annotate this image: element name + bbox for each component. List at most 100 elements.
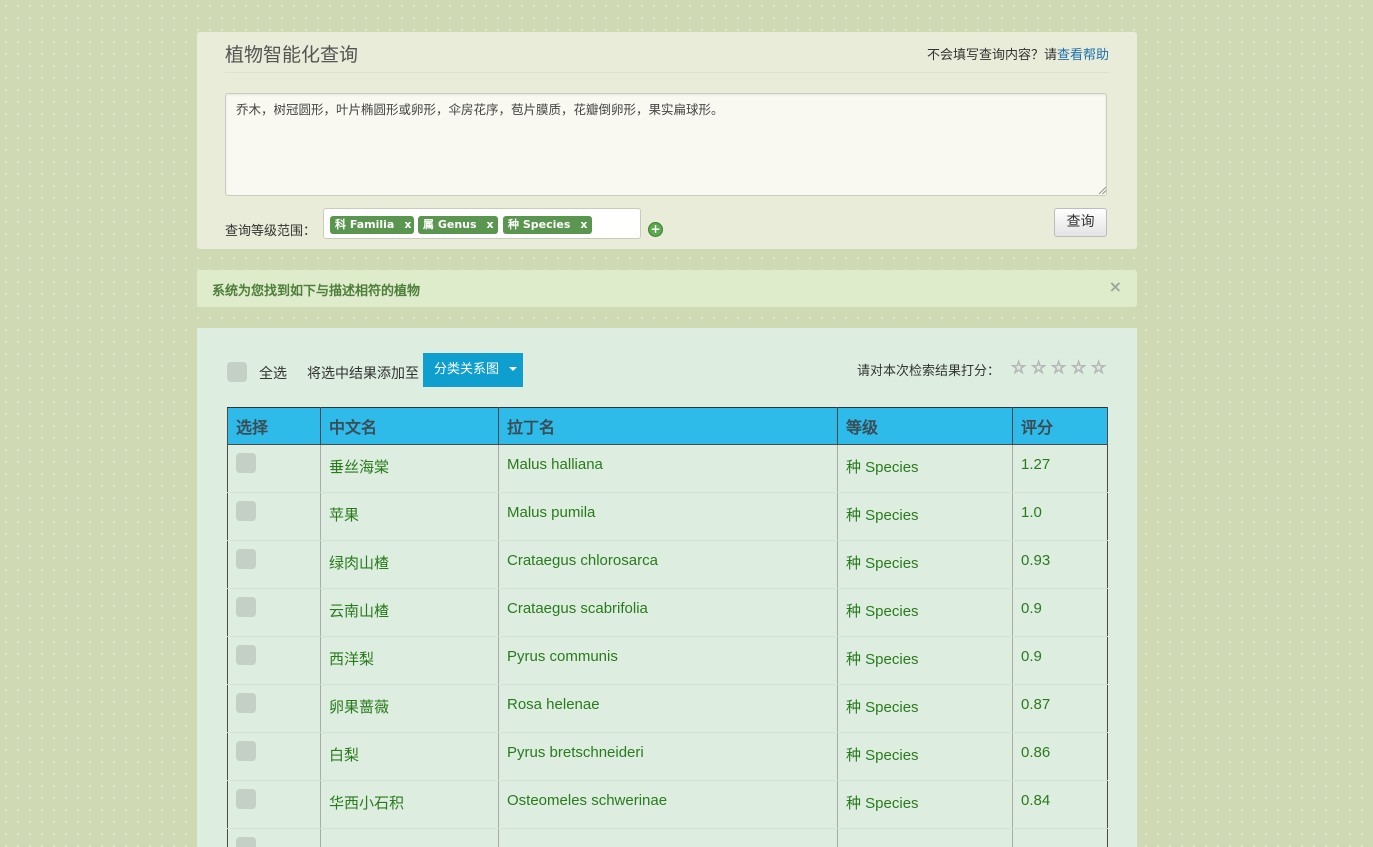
cell-cn-name: 苹果 (320, 492, 499, 541)
tag-remove-icon[interactable]: x (404, 218, 411, 231)
row-select-cell (227, 684, 321, 733)
cell-latin-name: Rosa helenae (498, 684, 838, 733)
table-row[interactable]: 苹果 Malus pumila 种 Species 1.0 (227, 492, 1108, 541)
col-header-cn-name: 中文名 (320, 407, 499, 445)
description-textarea[interactable]: 乔木，树冠圆形，叶片椭圆形或卵形，伞房花序，苞片膜质，花瓣倒卵形，果实扁球形。 (225, 93, 1107, 196)
dropdown-label: 分类关系图 (434, 362, 500, 377)
caret-down-icon (509, 367, 517, 371)
cell-rank: 种 Species (837, 780, 1013, 829)
cell-cn-name: 西洋梨 (320, 636, 499, 685)
row-select-cell (227, 780, 321, 829)
cell-score: 0.84 (1012, 780, 1108, 829)
table-row[interactable]: 云南山楂 Crataegus scabrifolia 种 Species 0.9 (227, 588, 1108, 637)
cell-score (1012, 828, 1108, 847)
cell-cn-name: 垂丝海棠 (320, 444, 499, 493)
rating-label: 请对本次检索结果打分： (857, 364, 1001, 379)
row-checkbox[interactable] (236, 693, 256, 713)
row-checkbox[interactable] (236, 789, 256, 809)
star-icon[interactable]: ☆ (1050, 358, 1066, 379)
row-checkbox[interactable] (236, 837, 256, 847)
cell-score: 0.93 (1012, 540, 1108, 589)
cell-latin-name (498, 828, 838, 847)
tag-remove-icon[interactable]: x (487, 218, 494, 231)
results-panel: 全选 将选中结果添加至 分类关系图 请对本次检索结果打分： ☆ ☆ ☆ ☆ ☆ … (197, 328, 1137, 847)
cell-cn-name: 白梨 (320, 732, 499, 781)
tag-genus: 属 Genus x (418, 216, 498, 234)
cell-score: 0.9 (1012, 636, 1108, 685)
query-header: 植物智能化查询 不会填写查询内容？请查看帮助 (225, 32, 1109, 73)
help-link[interactable]: 查看帮助 (1057, 48, 1109, 63)
cell-latin-name: Osteomeles schwerinae (498, 780, 838, 829)
query-button[interactable]: 查询 (1054, 208, 1107, 237)
cell-latin-name: Crataegus chlorosarca (498, 540, 838, 589)
help-prefix: 不会填写查询内容？请 (926, 48, 1057, 63)
alert-text: 系统为您找到如下与描述相符的植物 (212, 284, 421, 299)
table-row[interactable]: 西洋梨 Pyrus communis 种 Species 0.9 (227, 636, 1108, 685)
table-row[interactable]: 绿肉山楂 Crataegus chlorosarca 种 Species 0.93 (227, 540, 1108, 589)
tag-label: 属 Genus (423, 218, 477, 231)
tag-species: 种 Species x (503, 216, 592, 234)
row-checkbox[interactable] (236, 597, 256, 617)
table-row[interactable]: 卵果蔷薇 Rosa helenae 种 Species 0.87 (227, 684, 1108, 733)
table-row[interactable]: 垂丝海棠 Malus halliana 种 Species 1.27 (227, 444, 1108, 493)
row-checkbox[interactable] (236, 453, 256, 473)
cell-rank: 种 Species (837, 636, 1013, 685)
cell-score: 1.27 (1012, 444, 1108, 493)
tag-remove-icon[interactable]: x (580, 218, 587, 231)
cell-latin-name: Pyrus bretschneideri (498, 732, 838, 781)
cell-rank: 种 Species (837, 492, 1013, 541)
cell-rank: 种 Species (837, 684, 1013, 733)
select-all-label[interactable]: 全选 (259, 363, 287, 383)
cell-latin-name: Malus pumila (498, 492, 838, 541)
scope-label: 查询等级范围： (225, 224, 317, 239)
table-row[interactable]: 华西小石积 Osteomeles schwerinae 种 Species 0.84 (227, 780, 1108, 829)
result-alert: 系统为您找到如下与描述相符的植物 × (197, 270, 1137, 307)
row-select-cell (227, 588, 321, 637)
row-checkbox[interactable] (236, 741, 256, 761)
page-title: 植物智能化查询 (225, 44, 359, 66)
cell-score: 1.0 (1012, 492, 1108, 541)
select-all-checkbox[interactable] (227, 362, 247, 382)
cell-cn-name: 卵果蔷薇 (320, 684, 499, 733)
tag-familia: 科 Familia x (330, 216, 414, 234)
add-tag-icon[interactable]: + (648, 222, 663, 237)
help-hint: 不会填写查询内容？请查看帮助 (927, 44, 1109, 63)
results-table: 选择 中文名 拉丁名 等级 评分 垂丝海棠 Malus halliana 种 Spe… (227, 407, 1108, 847)
row-select-cell (227, 636, 321, 685)
cell-rank: 种 Species (837, 540, 1013, 589)
results-table-wrap: 选择 中文名 拉丁名 等级 评分 垂丝海棠 Malus halliana 种 Spe… (227, 407, 1108, 847)
row-select-cell (227, 492, 321, 541)
cell-rank: 种 Species (837, 444, 1013, 493)
cell-cn-name (320, 828, 499, 847)
star-icon[interactable]: ☆ (1090, 358, 1106, 379)
close-icon[interactable]: × (1109, 277, 1122, 296)
col-header-select: 选择 (227, 407, 321, 445)
tag-label: 种 Species (508, 218, 571, 231)
cell-latin-name: Crataegus scabrifolia (498, 588, 838, 637)
row-checkbox[interactable] (236, 501, 256, 521)
cell-rank: 种 Species (837, 732, 1013, 781)
star-icon[interactable]: ☆ (1030, 358, 1046, 379)
cell-latin-name: Malus halliana (498, 444, 838, 493)
cell-score: 0.87 (1012, 684, 1108, 733)
col-header-rank: 等级 (837, 407, 1013, 445)
scope-tag-input[interactable]: 科 Familia x 属 Genus x 种 Species x (323, 208, 641, 239)
table-header-row: 选择 中文名 拉丁名 等级 评分 (227, 407, 1108, 445)
taxonomy-graph-dropdown[interactable]: 分类关系图 (423, 353, 523, 387)
results-body: 垂丝海棠 Malus halliana 种 Species 1.27 苹果 Malus p… (227, 444, 1108, 847)
col-header-score[interactable]: 评分 (1012, 407, 1108, 445)
tag-label: 科 Familia (335, 218, 395, 231)
table-row[interactable]: 白梨 Pyrus bretschneideri 种 Species 0.86 (227, 732, 1108, 781)
cell-cn-name: 云南山楂 (320, 588, 499, 637)
row-checkbox[interactable] (236, 549, 256, 569)
table-row[interactable] (227, 828, 1108, 847)
star-icon[interactable]: ☆ (1070, 358, 1086, 379)
resize-grip-icon[interactable] (1099, 187, 1106, 194)
row-checkbox[interactable] (236, 645, 256, 665)
cell-score: 0.86 (1012, 732, 1108, 781)
row-select-cell (227, 444, 321, 493)
row-select-cell (227, 732, 321, 781)
query-panel: 植物智能化查询 不会填写查询内容？请查看帮助 乔木，树冠圆形，叶片椭圆形或卵形，… (197, 32, 1137, 249)
cell-cn-name: 华西小石积 (320, 780, 499, 829)
star-icon[interactable]: ☆ (1010, 358, 1026, 379)
